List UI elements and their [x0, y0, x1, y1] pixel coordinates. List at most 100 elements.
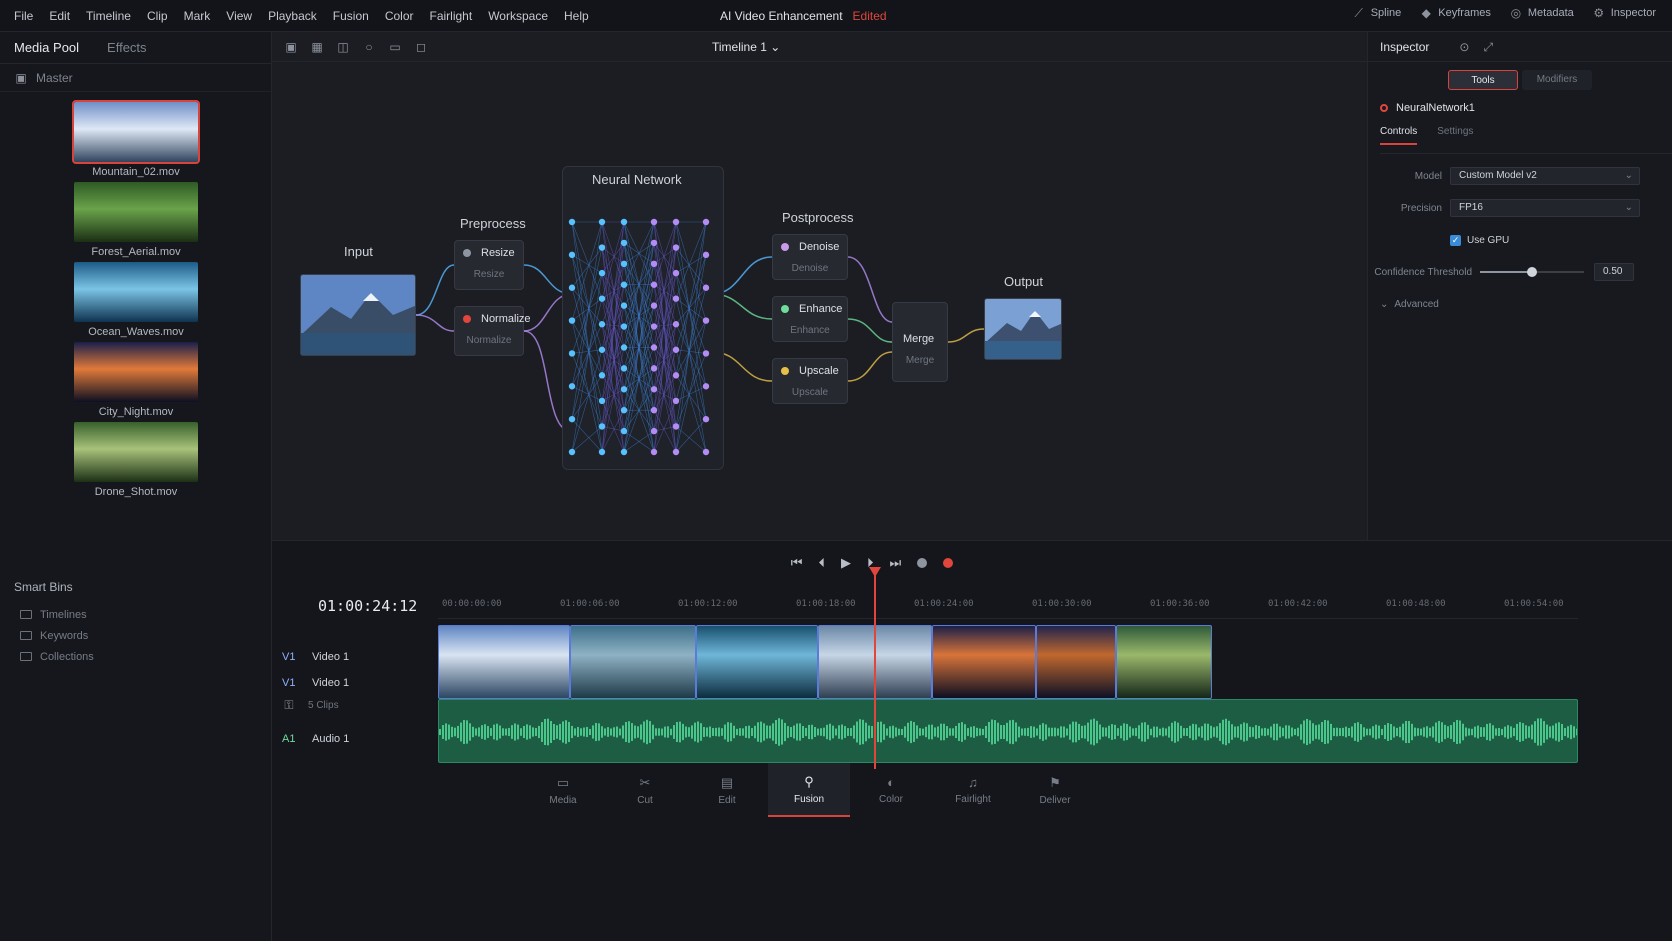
- threshold-slider[interactable]: [1480, 267, 1584, 277]
- ruler-tick-label: 01:00:24:00: [914, 599, 974, 609]
- play-icon[interactable]: ▶: [841, 555, 851, 571]
- menu-item-fusion[interactable]: Fusion: [333, 9, 369, 23]
- record-icon[interactable]: [943, 558, 954, 568]
- page-tab-media[interactable]: ▭ Media: [522, 763, 604, 817]
- pin-icon[interactable]: ⊙: [1457, 40, 1471, 54]
- tab-tools[interactable]: Tools: [1448, 70, 1518, 90]
- waveform-bar: [1213, 727, 1215, 737]
- nn-edge: [571, 320, 603, 376]
- timeline-video-clip[interactable]: [438, 625, 570, 699]
- input-node-thumbnail[interactable]: [300, 274, 416, 356]
- timeline-video-clip[interactable]: [1116, 625, 1212, 699]
- output-node-thumbnail[interactable]: [984, 298, 1062, 360]
- waveform-bar: [1036, 728, 1038, 736]
- step-back-icon[interactable]: ⏴: [819, 555, 826, 571]
- audio-clip[interactable]: [438, 699, 1578, 763]
- tab-settings[interactable]: Settings: [1437, 126, 1473, 145]
- smart-bin-timelines[interactable]: Timelines: [14, 604, 272, 625]
- waveform-bar: [577, 727, 579, 737]
- menu-item-file[interactable]: File: [14, 9, 33, 23]
- lock-icon[interactable]: ⚿: [282, 698, 296, 712]
- waveform-bar: [1321, 721, 1323, 743]
- tab-effects[interactable]: Effects: [107, 40, 147, 55]
- threshold-fill: [1480, 271, 1532, 273]
- menu-item-fairlight[interactable]: Fairlight: [430, 9, 473, 23]
- menu-item-workspace[interactable]: Workspace: [488, 9, 548, 23]
- menu-item-help[interactable]: Help: [564, 9, 589, 23]
- merge-node[interactable]: Merge Merge: [892, 302, 948, 382]
- page-tab-edit[interactable]: ▤ Edit: [686, 763, 768, 817]
- smart-bin-collections[interactable]: Collections: [14, 646, 272, 667]
- timeline-video-clip[interactable]: [570, 625, 696, 699]
- precision-row: Precision FP16 ⌄: [1368, 198, 1672, 218]
- waveform-bar: [1228, 720, 1230, 744]
- tab-media-pool[interactable]: Media Pool: [14, 40, 79, 55]
- smart-bin-keywords[interactable]: Keywords: [14, 625, 272, 646]
- nn-neuron: [702, 415, 710, 423]
- menu-item-edit[interactable]: Edit: [49, 9, 70, 23]
- page-tab-cut[interactable]: ✂ Cut: [604, 763, 686, 817]
- expand-icon[interactable]: ⤢: [1481, 40, 1495, 54]
- clip-thumbnail: [74, 342, 198, 402]
- waveform-bar: [913, 722, 915, 742]
- advanced-row[interactable]: ⌄ Advanced: [1368, 294, 1672, 314]
- go-to-start-icon[interactable]: ⏮: [791, 555, 803, 571]
- clips-count-label: 5 Clips: [308, 699, 339, 711]
- menu-item-mark[interactable]: Mark: [184, 9, 211, 23]
- tab-controls[interactable]: Controls: [1380, 126, 1418, 145]
- toolbar-keyframes-button[interactable]: ◆ Keyframes: [1419, 6, 1491, 20]
- menu-item-clip[interactable]: Clip: [147, 9, 168, 23]
- waveform-bar: [481, 725, 483, 739]
- waveform-bar: [1069, 724, 1071, 740]
- upscale-node[interactable]: Upscale Upscale: [772, 358, 848, 404]
- denoise-node[interactable]: Denoise Denoise: [772, 234, 848, 280]
- media-clip[interactable]: City_Night.mov: [0, 342, 272, 422]
- precision-dropdown[interactable]: FP16 ⌄: [1450, 199, 1640, 217]
- page-tab-deliver[interactable]: ⚑ Deliver: [1014, 763, 1096, 817]
- model-dropdown[interactable]: Custom Model v2 ⌄: [1450, 167, 1640, 185]
- menu-item-timeline[interactable]: Timeline: [86, 9, 131, 23]
- media-clip[interactable]: Ocean_Waves.mov: [0, 262, 272, 342]
- resize-node-title: Resize: [481, 247, 515, 259]
- normalize-node[interactable]: Normalize Normalize: [454, 306, 531, 356]
- page-tab-fusion[interactable]: ⚲ Fusion: [768, 763, 850, 817]
- timeline-video-clip[interactable]: [1036, 625, 1116, 699]
- playhead[interactable]: [874, 569, 876, 769]
- loop-icon[interactable]: [917, 558, 928, 568]
- nn-neuron: [702, 251, 710, 259]
- enhance-node[interactable]: Enhance Enhance: [772, 296, 848, 342]
- ruler-tick-label: 00:00:00:00: [442, 599, 502, 609]
- metadata-icon: ◎: [1510, 6, 1522, 20]
- threshold-knob[interactable]: [1527, 267, 1537, 277]
- media-clip[interactable]: Forest_Aerial.mov: [0, 182, 272, 262]
- nn-neuron: [650, 365, 658, 372]
- waveform-bar: [1270, 726, 1272, 738]
- waveform-bar: [856, 721, 858, 743]
- project-name: AI Video Enhancement: [720, 9, 843, 23]
- media-clip[interactable]: Mountain_02.mov: [0, 100, 272, 182]
- track-header-v1[interactable]: V1 Video 1: [282, 643, 428, 671]
- use-gpu-checkbox[interactable]: ✓: [1450, 234, 1461, 246]
- media-clip[interactable]: Drone_Shot.mov: [0, 422, 272, 502]
- timeline-video-clip[interactable]: [932, 625, 1036, 699]
- menu-item-view[interactable]: View: [226, 9, 252, 23]
- nn-neuron: [620, 323, 628, 330]
- timeline-video-clip[interactable]: [696, 625, 818, 699]
- waveform-bar: [1393, 726, 1395, 738]
- page-tab-fairlight[interactable]: ♫ Fairlight: [932, 763, 1014, 817]
- toolbar-inspector-button[interactable]: ⚙ Inspector: [1592, 6, 1656, 20]
- menu-item-playback[interactable]: Playback: [268, 9, 317, 23]
- waveform-bar: [1159, 728, 1161, 736]
- go-to-end-icon[interactable]: ⏭: [890, 555, 902, 571]
- threshold-value-field[interactable]: 0.50: [1594, 263, 1634, 281]
- toolbar-metadata-button[interactable]: ◎ Metadata: [1509, 6, 1574, 20]
- toolbar-spline-button[interactable]: ⟋ Spline: [1352, 6, 1402, 20]
- track-header-a1[interactable]: A1 Audio 1: [282, 725, 428, 753]
- bin-name[interactable]: Master: [36, 71, 73, 85]
- tab-modifiers[interactable]: Modifiers: [1522, 70, 1592, 90]
- menu-item-color[interactable]: Color: [385, 9, 414, 23]
- resize-node[interactable]: Resize Resize: [454, 240, 524, 290]
- nn-neuron: [568, 251, 576, 259]
- timeline-ruler[interactable]: 00:00:00:00 01:00:06:00 01:00:12:00 01:00:1…: [438, 585, 1578, 619]
- page-tab-color[interactable]: ◐ Color: [850, 763, 932, 817]
